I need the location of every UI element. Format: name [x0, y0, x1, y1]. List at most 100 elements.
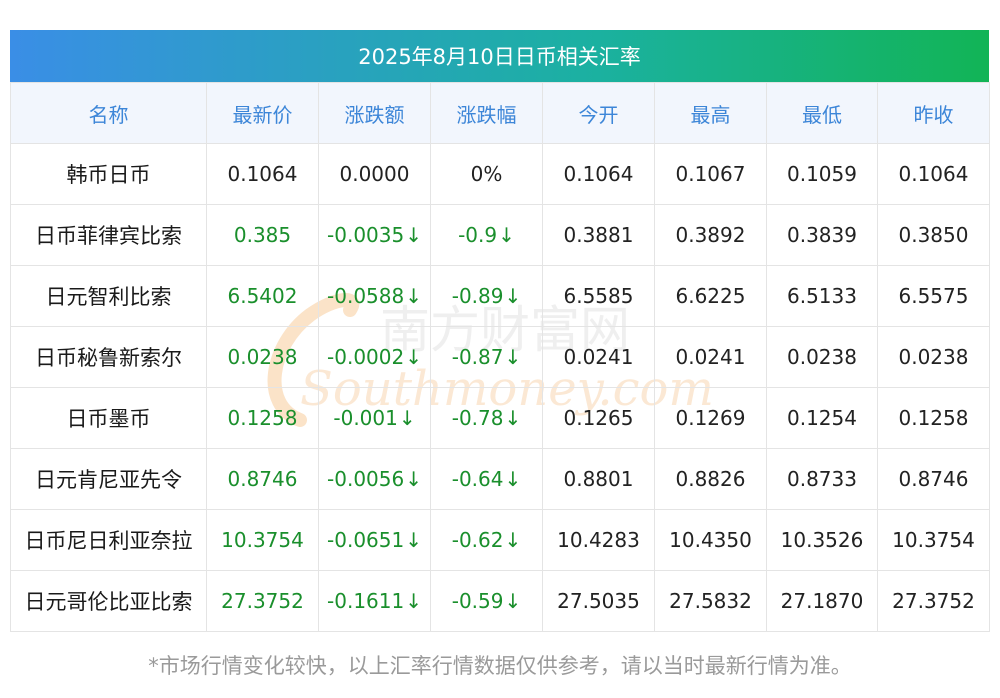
cell-low-value: 0.3839	[787, 223, 857, 247]
cell-prev: 6.5575	[877, 265, 990, 327]
cell-high-value: 0.0241	[675, 345, 746, 369]
disclaimer-footer: *市场行情变化较快，以上汇率行情数据仅供参考，请以当时最新行情为准。	[148, 654, 852, 678]
cell-name: 日元智利比索	[10, 265, 207, 327]
down-arrow-icon: ↓	[405, 528, 422, 552]
cell-high-value: 10.4350	[669, 528, 752, 552]
cell-pct: -0.9↓	[430, 204, 543, 266]
cell-name: 日元肯尼亚先令	[10, 448, 207, 510]
down-arrow-icon: ↓	[405, 223, 422, 247]
cell-open-value: 0.3881	[563, 223, 634, 247]
cell-pct-value: -0.87	[451, 345, 504, 369]
cell-high: 0.8826	[654, 448, 767, 510]
cell-pct-value: -0.62	[451, 528, 504, 552]
table-row: 日币墨币 0.1258 -0.001↓ -0.78↓ 0.1265 0.1269 0.125…	[10, 387, 990, 449]
down-arrow-icon: ↓	[405, 467, 422, 491]
cell-latest: 0.8746	[206, 448, 319, 510]
cell-open-value: 6.5585	[563, 284, 634, 308]
cell-latest: 0.385	[206, 204, 319, 266]
cell-open-value: 0.1265	[563, 406, 634, 430]
cell-prev-value: 27.3752	[892, 589, 975, 613]
cell-pct: -0.64↓	[430, 448, 543, 510]
cell-pct: -0.78↓	[430, 387, 543, 449]
cell-high: 10.4350	[654, 509, 767, 571]
down-arrow-icon: ↓	[498, 223, 515, 247]
cell-name-value: 日币墨币	[66, 407, 151, 431]
cell-high-value: 0.1269	[675, 406, 746, 430]
cell-prev-value: 10.3754	[892, 528, 975, 552]
cell-prev-value: 0.1258	[898, 406, 969, 430]
cell-prev: 10.3754	[877, 509, 990, 571]
cell-low-value: 0.1254	[787, 406, 857, 430]
table-row: 日币菲律宾比索 0.385 -0.0035↓ -0.9↓ 0.3881 0.3892 0.3…	[10, 204, 990, 266]
cell-pct-value: -0.64	[451, 467, 504, 491]
cell-open: 0.1064	[542, 143, 655, 205]
cell-change: -0.0056↓	[318, 448, 431, 510]
down-arrow-icon: ↓	[405, 345, 422, 369]
column-header-open: 今开	[542, 82, 655, 144]
cell-open: 0.3881	[542, 204, 655, 266]
cell-high: 0.3892	[654, 204, 767, 266]
cell-open-value: 10.4283	[557, 528, 640, 552]
cell-change: -0.0588↓	[318, 265, 431, 327]
cell-latest-value: 0.1064	[227, 162, 298, 186]
cell-prev: 0.0238	[877, 326, 990, 388]
cell-open: 6.5585	[542, 265, 655, 327]
cell-change-value: -0.001	[333, 406, 398, 430]
column-header-latest: 最新价	[206, 82, 319, 144]
cell-low-value: 10.3526	[780, 528, 864, 552]
down-arrow-icon: ↓	[504, 528, 522, 552]
cell-high-value: 27.5832	[669, 589, 752, 613]
cell-low-value: 0.1059	[787, 162, 857, 186]
cell-change: 0.0000	[318, 143, 431, 205]
cell-change-value: 0.0000	[339, 162, 410, 186]
cell-low: 0.1254	[766, 387, 878, 449]
cell-name-value: 日元哥伦比亚比索	[24, 590, 193, 614]
cell-high-value: 0.8826	[675, 467, 746, 491]
cell-latest: 0.1064	[206, 143, 319, 205]
cell-pct-value: -0.78	[451, 406, 504, 430]
table-row: 日币尼日利亚奈拉 10.3754 -0.0651↓ -0.62↓ 10.4283 10.4…	[10, 509, 990, 571]
cell-high-value: 0.3892	[675, 223, 746, 247]
cell-high: 0.1269	[654, 387, 767, 449]
cell-prev-value: 0.0238	[898, 345, 969, 369]
cell-high: 0.0241	[654, 326, 767, 388]
cell-latest-value: 0.385	[233, 223, 292, 247]
cell-low: 6.5133	[766, 265, 878, 327]
cell-prev: 0.1258	[877, 387, 990, 449]
table-row: 韩币日币 0.1064 0.0000 0% 0.1064 0.1067 0.1059 0.10…	[10, 143, 990, 205]
cell-change-value: -0.0002	[327, 345, 405, 369]
cell-name: 韩币日币	[10, 143, 207, 205]
cell-latest-value: 10.3754	[221, 528, 304, 552]
cell-prev-value: 0.1064	[898, 162, 969, 186]
cell-name-value: 日币菲律宾比索	[35, 224, 182, 248]
cell-prev: 0.3850	[877, 204, 990, 266]
cell-name-value: 日元智利比索	[45, 285, 172, 309]
column-header-change: 涨跌额	[318, 82, 431, 144]
cell-latest: 0.0238	[206, 326, 319, 388]
cell-name-value: 韩币日币	[66, 163, 151, 187]
cell-high-value: 0.1067	[675, 162, 746, 186]
table-title: 2025年8月10日日币相关汇率	[10, 30, 989, 82]
column-header-high: 最高	[654, 82, 767, 144]
cell-pct: 0%	[430, 143, 543, 205]
cell-low: 0.8733	[766, 448, 878, 510]
cell-change-value: -0.0588	[327, 284, 405, 308]
cell-open-value: 0.0241	[563, 345, 634, 369]
cell-latest-value: 0.1258	[227, 406, 298, 430]
down-arrow-icon: ↓	[398, 406, 416, 430]
cell-prev: 0.8746	[877, 448, 990, 510]
cell-low: 27.1870	[766, 570, 878, 632]
cell-name: 日元哥伦比亚比索	[10, 570, 207, 632]
cell-open-value: 0.8801	[563, 467, 634, 491]
down-arrow-icon: ↓	[504, 589, 522, 613]
cell-low: 0.3839	[766, 204, 878, 266]
cell-pct: -0.62↓	[430, 509, 543, 571]
cell-latest: 6.5402	[206, 265, 319, 327]
cell-name: 日币墨币	[10, 387, 207, 449]
cell-pct: -0.87↓	[430, 326, 543, 388]
cell-change-value: -0.0035	[327, 223, 405, 247]
cell-low: 0.0238	[766, 326, 878, 388]
cell-low: 10.3526	[766, 509, 878, 571]
column-header-pct: 涨跌幅	[430, 82, 543, 144]
down-arrow-icon: ↓	[504, 284, 522, 308]
